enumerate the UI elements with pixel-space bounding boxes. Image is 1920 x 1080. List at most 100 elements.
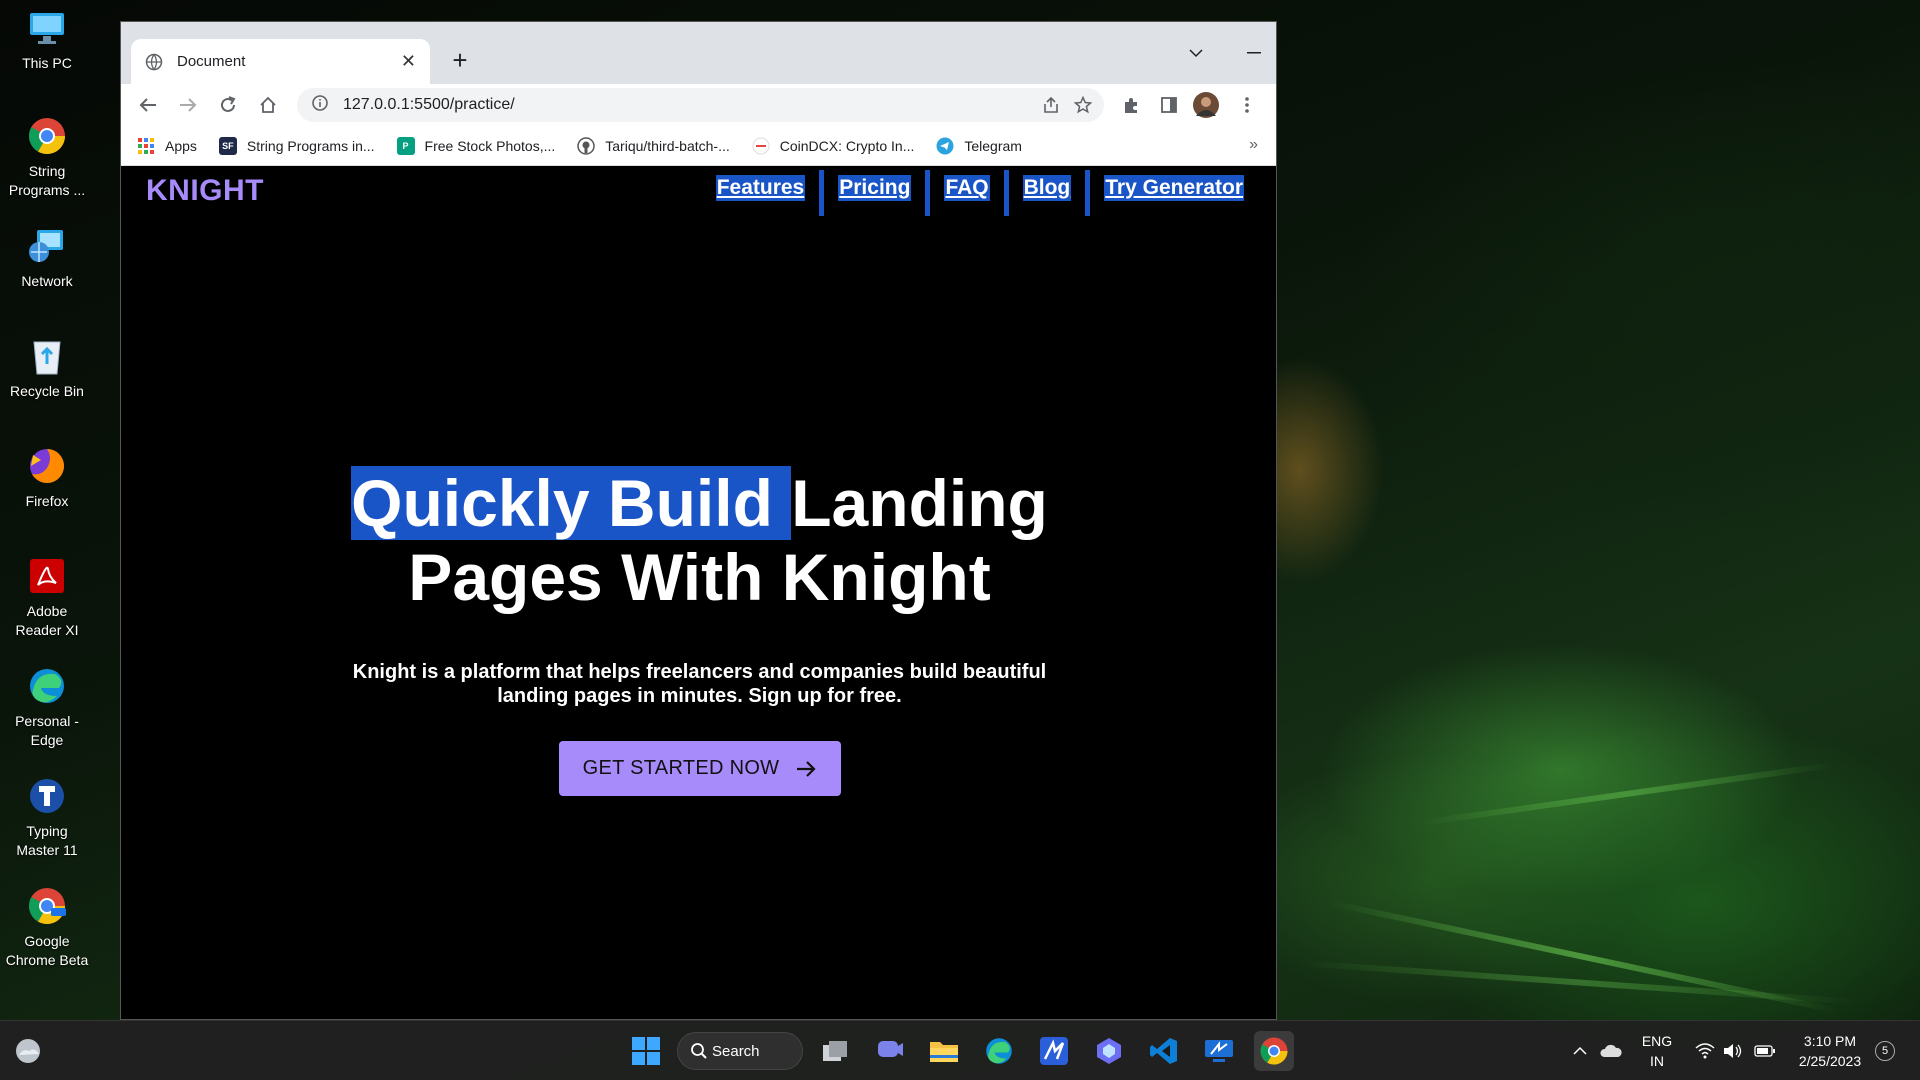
file-explorer-icon[interactable]	[924, 1031, 964, 1071]
bookmark-apps[interactable]: Apps	[137, 137, 197, 155]
weather-widget-icon[interactable]	[8, 1031, 48, 1071]
browser-toolbar: 127.0.0.1:5500/practice/	[121, 84, 1276, 126]
desktop-icon-adobe-reader[interactable]: Adobe Reader XI	[0, 556, 94, 640]
desktop-icon-this-pc[interactable]: This PC	[0, 8, 94, 73]
desktop-icon-network[interactable]: Network	[0, 226, 94, 291]
new-tab-button[interactable]: +	[443, 43, 477, 77]
nav-link-try-generator[interactable]: Try Generator	[1104, 175, 1244, 201]
desktop-icon-recycle-bin[interactable]: Recycle Bin	[0, 336, 94, 401]
show-hidden-icons-chevron-icon[interactable]	[1566, 1031, 1594, 1071]
desktop-icon-label: Google Chrome Beta	[5, 933, 89, 968]
wifi-icon[interactable]	[1692, 1031, 1718, 1071]
tab-search-chevron-icon[interactable]	[1173, 37, 1219, 69]
desktop-icon-string-programs[interactable]: String Programs ...	[0, 116, 94, 200]
desktop-icon-edge[interactable]: Personal - Edge	[0, 666, 94, 750]
clock-time: 3:10 PM	[1803, 1033, 1857, 1049]
chrome-beta-icon	[27, 886, 67, 926]
remote-desktop-icon[interactable]	[1199, 1031, 1239, 1071]
edge-taskbar-icon[interactable]	[979, 1031, 1019, 1071]
chrome-taskbar-icon[interactable]	[1254, 1031, 1294, 1071]
monitor-icon	[27, 8, 67, 48]
reload-icon[interactable]	[213, 90, 243, 120]
notification-count-badge[interactable]: 5	[1875, 1041, 1895, 1061]
hero-heading-line2: Pages With Knight	[408, 540, 991, 614]
volume-icon[interactable]	[1720, 1031, 1746, 1071]
task-view-icon[interactable]	[815, 1031, 855, 1071]
info-icon[interactable]	[311, 94, 329, 117]
taskbar: Search ENG IN 3:10 PM 2/25/2023 5	[0, 1020, 1920, 1080]
nav-link-pricing[interactable]: Pricing	[838, 175, 912, 201]
get-started-button[interactable]: GET STARTED NOW	[559, 741, 841, 796]
bookmark-free-stock-photos[interactable]: P Free Stock Photos,...	[396, 136, 556, 155]
bookmark-star-icon[interactable]	[1073, 95, 1093, 115]
extensions-puzzle-icon[interactable]	[1119, 93, 1143, 117]
taskbar-search[interactable]: Search	[677, 1032, 803, 1070]
nav-separator	[819, 170, 825, 216]
desktop-icon-label: Typing Master 11	[16, 823, 78, 858]
nav-link-features[interactable]: Features	[715, 175, 806, 201]
close-tab-icon[interactable]: ✕	[401, 51, 416, 72]
copilot-icon[interactable]	[1089, 1031, 1129, 1071]
app-taskbar-icon[interactable]	[1034, 1031, 1074, 1071]
share-icon[interactable]	[1041, 95, 1061, 115]
hero-heading: Quickly Build Landing Pages With Knight	[121, 466, 1276, 614]
site-logo[interactable]: KNIGHT	[146, 174, 264, 208]
more-bookmarks-chevron-icon[interactable]: »	[1249, 136, 1258, 154]
tab-title: Document	[177, 53, 246, 70]
battery-icon[interactable]	[1752, 1031, 1778, 1071]
vscode-icon[interactable]	[1144, 1031, 1184, 1071]
desktop-icon-label: Recycle Bin	[10, 383, 84, 399]
edge-icon	[27, 666, 67, 706]
system-clock[interactable]: 3:10 PM 2/25/2023	[1790, 1031, 1870, 1071]
bookmark-label: Free Stock Photos,...	[424, 137, 556, 154]
search-icon	[690, 1042, 708, 1064]
desktop-icon-label: String Programs ...	[8, 163, 86, 198]
bookmark-telegram[interactable]: Telegram	[936, 137, 1022, 155]
bookmark-string-programs[interactable]: SF String Programs in...	[218, 136, 375, 155]
bookmark-label: Tariqu/third-batch-...	[605, 137, 730, 154]
globe-icon	[145, 53, 163, 71]
nav-link-faq[interactable]: FAQ	[944, 175, 990, 201]
bookmarks-bar: Apps SF String Programs in... P Free Sto…	[121, 126, 1276, 166]
firefox-icon	[27, 446, 67, 486]
back-arrow-icon[interactable]	[133, 90, 163, 120]
bookmark-label: String Programs in...	[246, 137, 375, 154]
teams-chat-icon[interactable]	[870, 1031, 910, 1071]
onedrive-cloud-icon[interactable]	[1596, 1031, 1626, 1071]
desktop-icon-typing-master[interactable]: Typing Master 11	[0, 776, 94, 860]
desktop-icon-firefox[interactable]: Firefox	[0, 446, 94, 511]
kebab-menu-icon[interactable]	[1235, 93, 1259, 117]
address-url[interactable]: 127.0.0.1:5500/practice/	[343, 96, 515, 114]
bookmark-github[interactable]: Tariqu/third-batch-...	[577, 136, 730, 155]
desktop-icon-label: This PC	[22, 55, 72, 71]
bookmark-coindcx[interactable]: CoinDCX: Crypto In...	[752, 137, 914, 155]
home-icon[interactable]	[253, 90, 283, 120]
address-bar[interactable]: 127.0.0.1:5500/practice/	[297, 88, 1104, 122]
profile-avatar[interactable]	[1192, 91, 1220, 119]
tab-document[interactable]: Document ✕	[131, 39, 430, 84]
desktop-icon-label: Personal - Edge	[15, 713, 79, 748]
desktop-icon-label: Network	[21, 273, 73, 289]
site-nav: Features Pricing FAQ Blog Try Generator	[715, 170, 1244, 216]
desktop-icon-label: Firefox	[25, 493, 69, 509]
clock-date: 2/25/2023	[1798, 1053, 1862, 1069]
hero-subtitle: Knight is a platform that helps freelanc…	[352, 661, 1047, 707]
language-indicator[interactable]: ENG IN	[1640, 1031, 1674, 1071]
web-page: KNIGHT Features Pricing FAQ Blog Try Gen…	[121, 166, 1276, 1019]
chrome-icon	[27, 116, 67, 156]
github-icon	[577, 136, 596, 155]
side-panel-icon[interactable]	[1157, 93, 1181, 117]
nav-link-blog[interactable]: Blog	[1022, 175, 1072, 201]
desktop-icon-chrome-beta[interactable]: Google Chrome Beta	[0, 886, 94, 970]
forward-arrow-icon[interactable]	[173, 90, 203, 120]
minimize-button[interactable]	[1231, 37, 1276, 69]
recycle-bin-icon	[27, 336, 67, 376]
region-code: IN	[1650, 1053, 1664, 1069]
adobe-reader-icon	[27, 556, 67, 596]
hero-heading-text: Landing	[791, 466, 1048, 540]
windows-start-icon[interactable]	[626, 1031, 666, 1071]
get-started-label: GET STARTED NOW	[582, 757, 780, 779]
wallpaper-leaf-vein	[1299, 960, 1859, 1006]
bookmark-label: Apps	[165, 137, 197, 154]
nav-separator	[925, 170, 931, 216]
